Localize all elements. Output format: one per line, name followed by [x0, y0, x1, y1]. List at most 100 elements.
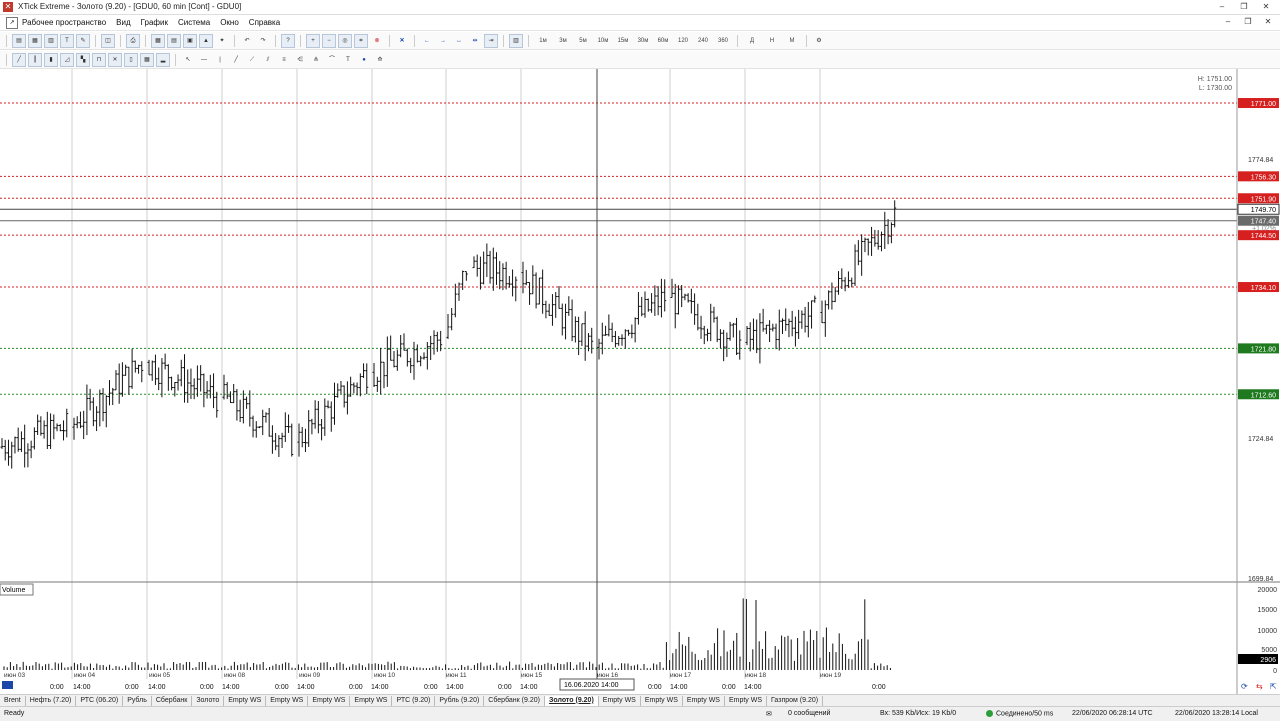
stop-icon[interactable]: ⊗: [370, 34, 384, 48]
volume-chart-icon[interactable]: ▂: [156, 52, 170, 67]
timeframe-10m[interactable]: 10м: [594, 34, 612, 48]
maximize-button[interactable]: ❐: [1234, 1, 1254, 12]
menu-view[interactable]: Вид: [116, 18, 130, 27]
timeframe-60m[interactable]: 60м: [654, 34, 672, 48]
pnf-icon[interactable]: ✕: [108, 52, 122, 67]
workspace-tab[interactable]: Empty WS: [266, 695, 309, 706]
chart-window-icon[interactable]: ↗: [6, 16, 18, 29]
kagi-icon[interactable]: ⊓: [92, 52, 106, 67]
workspace-tab[interactable]: Empty WS: [599, 695, 641, 706]
workspace-tab[interactable]: Empty WS: [350, 695, 393, 706]
indicator-icon[interactable]: ✦: [215, 34, 229, 48]
channel-icon[interactable]: ⫽: [261, 53, 275, 67]
gann-icon[interactable]: ⟰: [373, 53, 387, 67]
redo-icon[interactable]: ↷: [256, 34, 270, 48]
timeframe-1m[interactable]: 1м: [534, 34, 552, 48]
workspace-tab[interactable]: Газпром (9.20): [767, 695, 824, 706]
timeframe-120[interactable]: 120: [674, 34, 692, 48]
close-button[interactable]: ✕: [1256, 1, 1276, 12]
ts-icon[interactable]: T: [60, 33, 74, 48]
hline-icon[interactable]: —: [197, 53, 211, 67]
cluster-icon[interactable]: ▦: [140, 52, 154, 67]
fit-icon[interactable]: ⇥: [484, 33, 498, 48]
renko-icon[interactable]: ▚: [76, 52, 90, 67]
line-chart-icon[interactable]: ╱: [12, 52, 26, 67]
area-chart-icon[interactable]: ◿: [60, 52, 74, 67]
pitchfork-icon[interactable]: ⋔: [309, 53, 323, 67]
workspace-tab[interactable]: Сбербанк: [152, 695, 193, 706]
child-minimize-button[interactable]: ‒: [1220, 17, 1236, 27]
popout-icon[interactable]: ⇱: [1270, 682, 1277, 691]
workspace-tab[interactable]: Empty WS: [224, 695, 267, 706]
status-messages[interactable]: 0 сообщений: [788, 710, 830, 717]
workspace-tab[interactable]: Сбербанк (9.20): [484, 695, 545, 706]
timeframe-5m[interactable]: 5м: [574, 34, 592, 48]
trendline-icon[interactable]: ╱: [229, 53, 243, 67]
menu-workspace[interactable]: Рабочее пространство: [22, 18, 106, 27]
child-close-button[interactable]: ✕: [1260, 17, 1276, 27]
scroll-right-icon[interactable]: →: [436, 34, 450, 48]
timeframe-360[interactable]: 360: [714, 34, 732, 48]
bars-icon[interactable]: ▥: [509, 33, 523, 48]
zoom-in-icon[interactable]: +: [306, 33, 320, 48]
zoom-reset-icon[interactable]: ◎: [338, 33, 352, 48]
period-month[interactable]: М: [783, 34, 801, 48]
workspace-tab[interactable]: Empty WS: [308, 695, 351, 706]
table-icon[interactable]: ▦: [28, 33, 42, 48]
layout-icon[interactable]: [2, 681, 13, 689]
minimize-button[interactable]: ‒: [1212, 1, 1232, 12]
menu-system[interactable]: Система: [178, 18, 210, 27]
timeframe-15m[interactable]: 15м: [614, 34, 632, 48]
workspace-tab[interactable]: Золото: [192, 695, 225, 706]
workspace-tab[interactable]: Рубль: [123, 695, 152, 706]
print-icon[interactable]: ⎙: [126, 33, 140, 48]
arc-icon[interactable]: ⌒: [325, 53, 339, 67]
fibo-icon[interactable]: ≡: [277, 53, 291, 67]
timeframe-3m[interactable]: 3м: [554, 34, 572, 48]
workspace-tab[interactable]: Empty WS: [683, 695, 725, 706]
bar-chart-icon[interactable]: ┃: [28, 52, 42, 67]
menu-window[interactable]: Окно: [220, 18, 239, 27]
expand-icon[interactable]: ↔: [452, 34, 466, 48]
shrink-icon[interactable]: ⇹: [468, 34, 482, 48]
workspace-tab[interactable]: Нефть (7.20): [26, 695, 77, 706]
alert-icon[interactable]: ▲: [199, 33, 213, 48]
grid-icon[interactable]: ▦: [151, 33, 165, 48]
edit-icon[interactable]: ✎: [76, 33, 90, 48]
ray-icon[interactable]: ⟋: [245, 53, 259, 67]
crop-icon[interactable]: ⌗: [354, 33, 368, 48]
envelope-icon[interactable]: ✉: [766, 710, 772, 718]
range-icon[interactable]: ▯: [124, 52, 138, 67]
zoom-out-icon[interactable]: −: [322, 33, 336, 48]
menu-help[interactable]: Справка: [249, 18, 280, 27]
workspace-tab[interactable]: РТС (9.20): [392, 695, 436, 706]
orderbook-icon[interactable]: ▥: [44, 33, 58, 48]
period-day[interactable]: Д: [743, 34, 761, 48]
settings-icon[interactable]: ⚙: [812, 34, 826, 48]
cursor-icon[interactable]: ↖: [181, 53, 195, 67]
timeframe-30m[interactable]: 30м: [634, 34, 652, 48]
refresh-icon[interactable]: ⟳: [1241, 682, 1248, 691]
child-restore-button[interactable]: ❐: [1240, 17, 1256, 27]
cross-icon[interactable]: ✕: [395, 34, 409, 48]
vline-icon[interactable]: |: [213, 53, 227, 67]
period-week[interactable]: Н: [763, 34, 781, 48]
workspace-tab[interactable]: Empty WS: [725, 695, 768, 706]
price-chart[interactable]: 1771.001756.301751.901749.701747.40+1.02…: [0, 69, 1280, 694]
text-tool-icon[interactable]: T: [341, 53, 355, 67]
portfolio-icon[interactable]: ▣: [183, 33, 197, 48]
workspace-tab[interactable]: РТС (06.20): [76, 695, 124, 706]
fibo-fan-icon[interactable]: ⋲: [293, 53, 307, 67]
workspace-tab[interactable]: Empty WS: [641, 695, 683, 706]
undo-icon[interactable]: ↶: [240, 34, 254, 48]
template-icon[interactable]: ◫: [101, 33, 115, 48]
timeframe-240[interactable]: 240: [694, 34, 712, 48]
workspace-tab[interactable]: Рубль (9.20): [435, 695, 485, 706]
help-icon[interactable]: ?: [281, 33, 295, 48]
scroll-left-icon[interactable]: ←: [420, 34, 434, 48]
new-chart-icon[interactable]: ▤: [12, 33, 26, 48]
workspace-tab[interactable]: Brent: [0, 695, 26, 706]
price-pane[interactable]: [0, 69, 1237, 582]
candle-chart-icon[interactable]: ▮: [44, 52, 58, 67]
menu-chart[interactable]: График: [141, 18, 168, 27]
